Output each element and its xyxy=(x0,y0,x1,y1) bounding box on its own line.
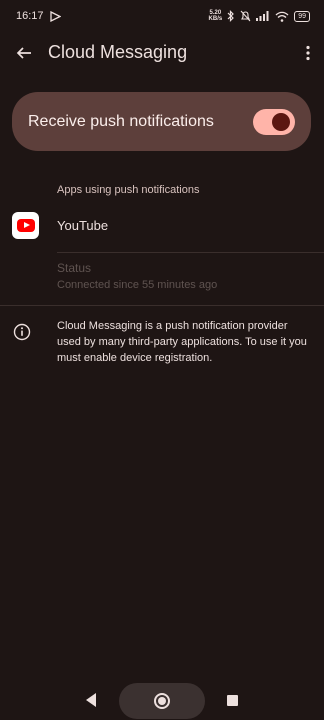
play-store-notification-icon xyxy=(49,10,61,22)
info-icon xyxy=(13,323,31,341)
youtube-play-icon xyxy=(16,219,35,232)
youtube-icon xyxy=(12,212,39,239)
network-speed-unit: KB/s xyxy=(208,16,223,22)
arrow-back-icon xyxy=(16,47,31,59)
bluetooth-icon xyxy=(227,10,235,22)
info-text: Cloud Messaging is a push notification p… xyxy=(57,320,307,364)
navigation-bar xyxy=(0,680,324,720)
more-vert-icon xyxy=(306,45,310,61)
wifi-icon xyxy=(275,11,289,22)
nav-recents-icon[interactable] xyxy=(227,695,238,706)
battery-indicator: 99 xyxy=(294,10,310,22)
clock: 16:17 xyxy=(16,10,44,22)
app-list-item[interactable]: YouTube xyxy=(0,206,324,246)
back-button[interactable] xyxy=(12,41,36,65)
nav-back-icon[interactable] xyxy=(86,693,96,707)
status-title: Status xyxy=(57,261,92,275)
push-notifications-label: Receive push notifications xyxy=(28,112,214,130)
signal-icon xyxy=(256,11,269,21)
app-bar: Cloud Messaging xyxy=(0,32,324,74)
push-notifications-switch-card[interactable]: Receive push notifications xyxy=(12,92,311,151)
apps-section-header: Apps using push notifications xyxy=(57,184,200,196)
home-icon-inner xyxy=(158,697,166,705)
status-bar: 16:17 5.20 KB/s 99 xyxy=(0,0,324,32)
toggle-thumb xyxy=(272,112,290,131)
page-title: Cloud Messaging xyxy=(48,42,188,62)
more-options-button[interactable] xyxy=(300,41,316,65)
battery-level: 99 xyxy=(298,12,306,20)
network-speed: 5.20 KB/s xyxy=(209,10,223,22)
home-icon xyxy=(154,693,170,709)
status-left: 16:17 xyxy=(16,10,61,22)
status-detail: Connected since 55 minutes ago xyxy=(57,279,218,291)
divider xyxy=(0,305,324,306)
status-item: Status Connected since 55 minutes ago xyxy=(57,261,217,291)
divider xyxy=(57,252,324,253)
app-name: YouTube xyxy=(57,218,109,233)
nav-home-button[interactable] xyxy=(119,683,205,719)
status-right: 5.20 KB/s 99 xyxy=(209,10,310,22)
bell-off-icon xyxy=(240,10,251,22)
push-notifications-toggle[interactable] xyxy=(253,108,295,135)
